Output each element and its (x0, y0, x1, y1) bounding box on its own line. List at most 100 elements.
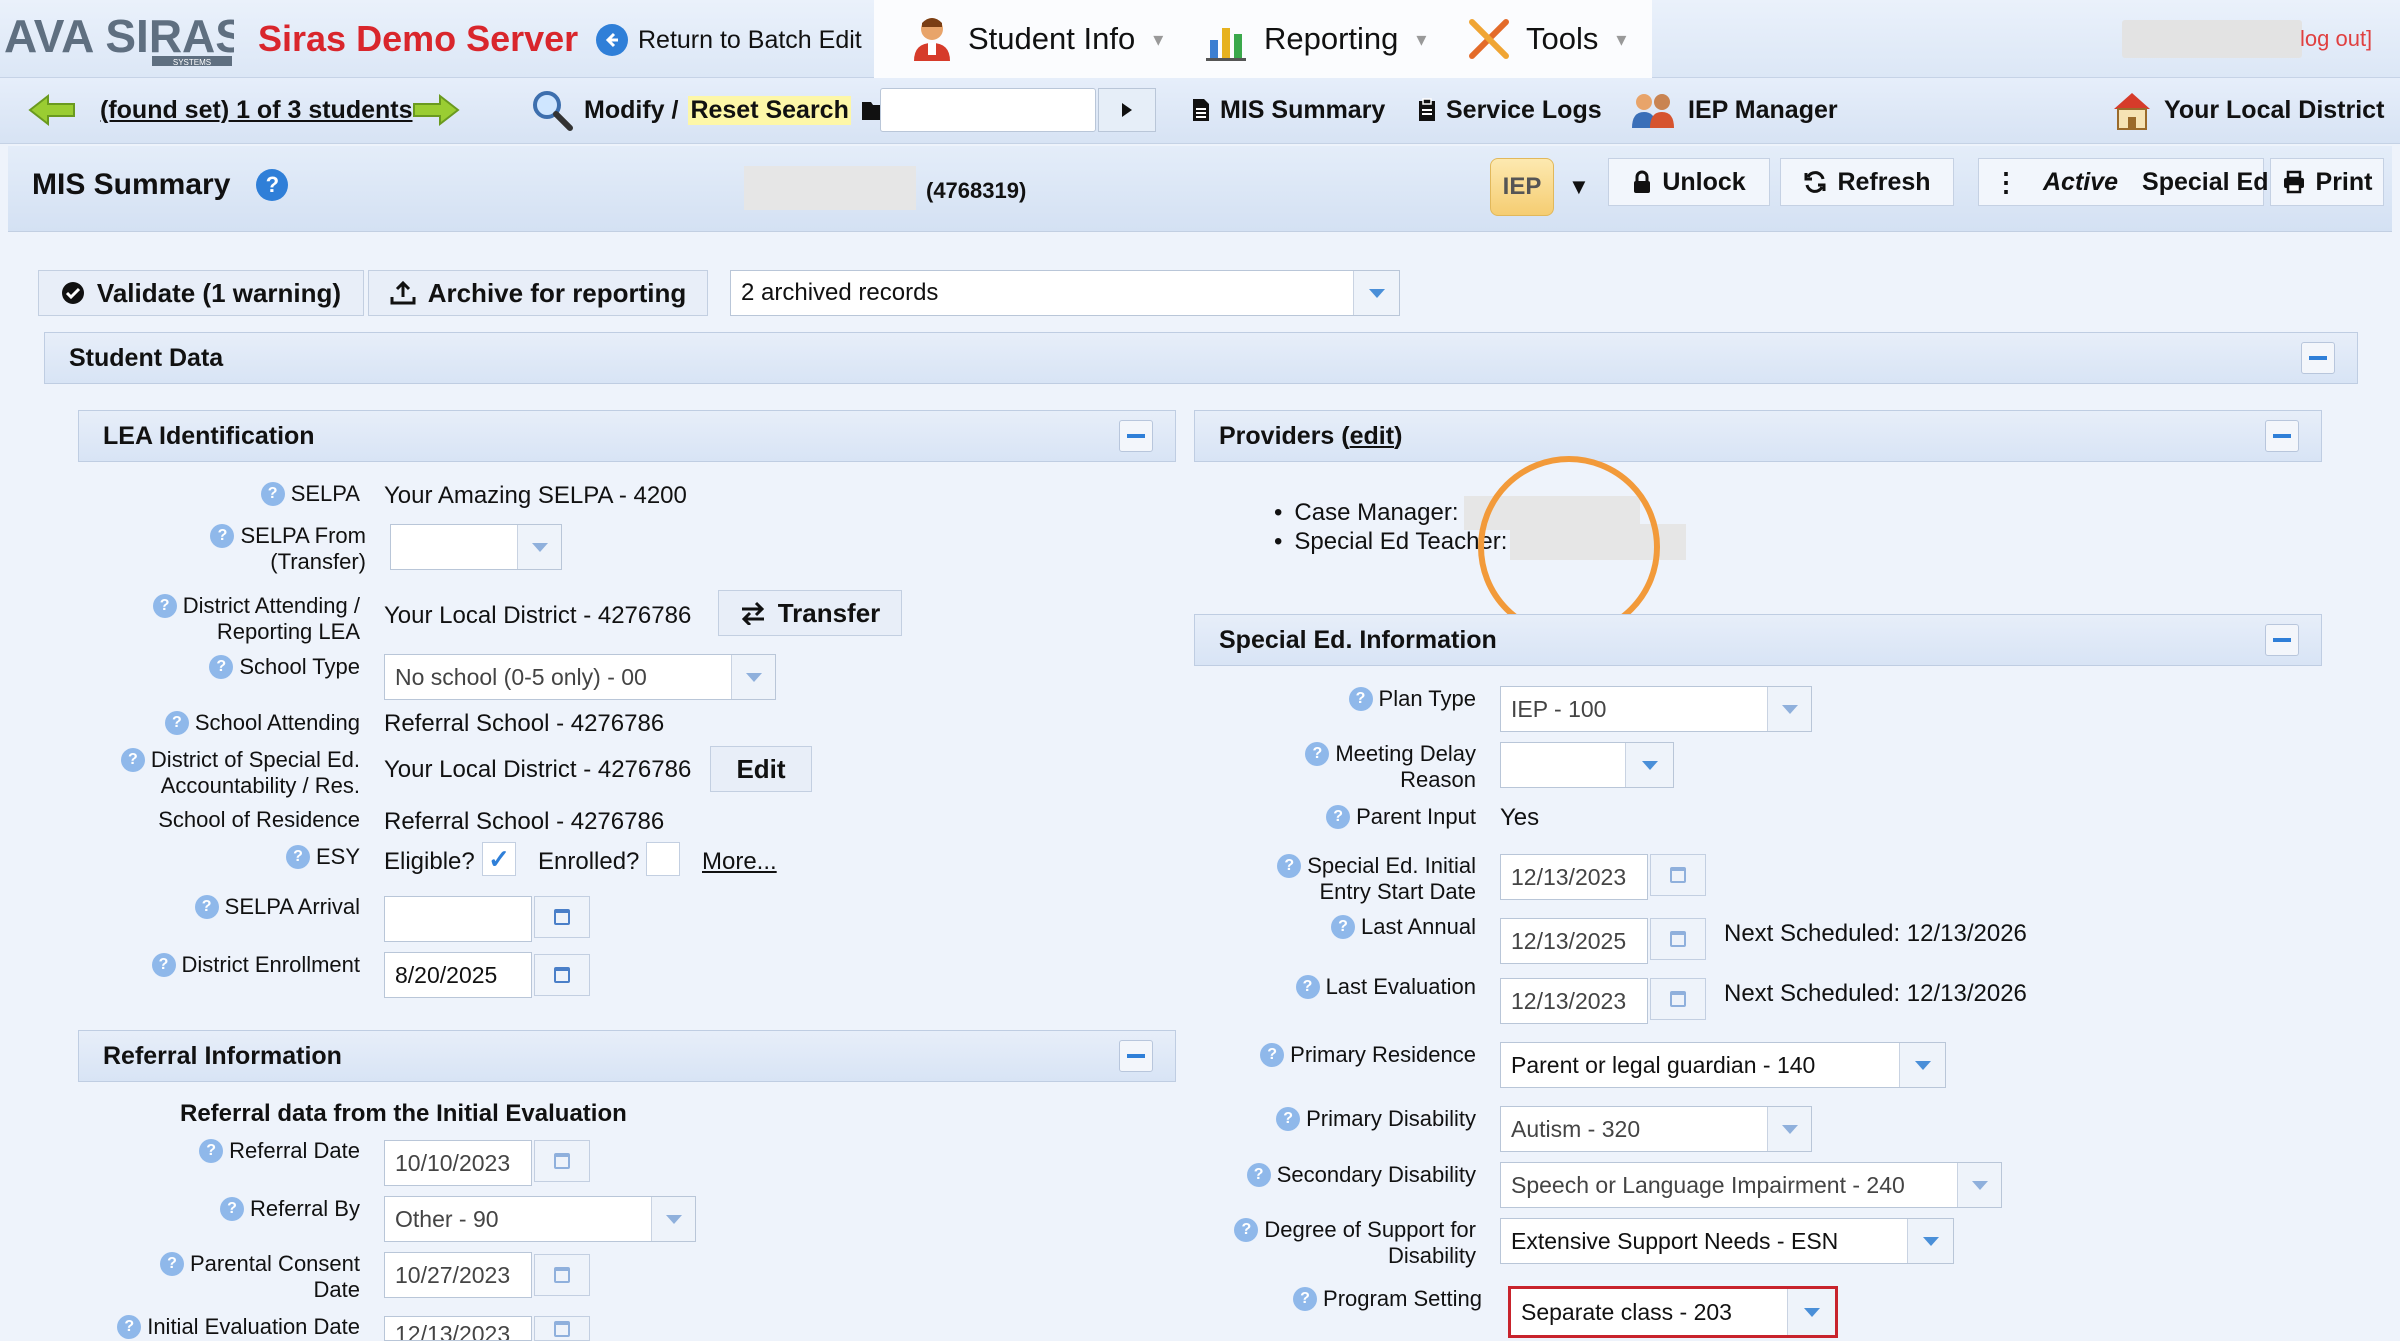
help-icon[interactable]: ? (1293, 1287, 1318, 1311)
help-icon[interactable]: ? (1295, 975, 1320, 999)
primary-residence-select[interactable]: Parent or legal guardian - 140 (1500, 1042, 1946, 1088)
last-evaluation-input[interactable]: 12/13/2023 (1500, 978, 1648, 1024)
help-icon[interactable]: ? (1326, 805, 1351, 829)
archived-records-select[interactable]: 2 archived records (730, 270, 1400, 316)
help-icon[interactable]: ? (260, 482, 285, 506)
dropdown-arrow-icon[interactable] (1907, 1219, 1953, 1263)
nav-tab-student-info[interactable]: Student Info ▾ (874, 0, 1180, 78)
validate-button[interactable]: Validate (1 warning) (38, 270, 364, 316)
initial-entry-calendar-button[interactable] (1650, 854, 1706, 896)
selpa-arrival-calendar-button[interactable] (534, 896, 590, 938)
help-icon[interactable]: ? (1246, 1163, 1271, 1187)
dropdown-arrow-icon[interactable] (731, 655, 775, 699)
search-go-button[interactable] (1098, 88, 1156, 132)
siras-logo[interactable]: AVA SIRAS SYSTEMS (4, 10, 246, 68)
nav-tab-tools[interactable]: Tools ▾ (1444, 0, 1652, 78)
archive-for-reporting-button[interactable]: Archive for reporting (368, 270, 708, 316)
referral-date-calendar-button[interactable] (534, 1140, 590, 1182)
status-menu-button[interactable]: ⋮ Active Special Ed. (1978, 158, 2275, 206)
selpa-from-select[interactable] (390, 524, 562, 570)
refresh-button[interactable]: Refresh (1780, 158, 1954, 206)
help-icon[interactable]: ? (194, 895, 219, 919)
district-enrollment-calendar-button[interactable] (534, 954, 590, 996)
help-icon[interactable]: ? (160, 1252, 184, 1276)
help-icon[interactable]: ? (1305, 742, 1330, 766)
help-icon[interactable]: ? (209, 655, 234, 679)
return-to-batch-edit-link[interactable]: Return to Batch Edit (596, 22, 862, 58)
meeting-delay-select[interactable] (1500, 742, 1674, 788)
last-annual-input[interactable]: 12/13/2025 (1500, 918, 1648, 964)
dropdown-arrow-icon[interactable] (1899, 1043, 1945, 1087)
primary-residence-label: ? Primary Residence (1180, 1040, 1476, 1070)
iep-manager-link[interactable]: IEP Manager (1630, 90, 1838, 130)
help-icon[interactable]: ? (117, 1315, 142, 1339)
quick-search-input[interactable] (880, 88, 1096, 132)
dropdown-arrow-icon[interactable] (1787, 1289, 1835, 1335)
initial-evaluation-input[interactable]: 12/13/2023 (384, 1316, 532, 1341)
previous-record-arrow-icon[interactable] (26, 92, 78, 133)
iep-dropdown-caret-icon[interactable]: ▼ (1568, 174, 1590, 200)
help-icon[interactable]: ? (1260, 1043, 1285, 1067)
school-type-select[interactable]: No school (0-5 only) - 00 (384, 654, 776, 700)
parental-consent-calendar-button[interactable] (534, 1254, 590, 1296)
last-evaluation-calendar-button[interactable] (1650, 978, 1706, 1020)
help-icon[interactable]: ? (1234, 1218, 1259, 1242)
reset-search-link[interactable]: Reset Search (688, 95, 851, 125)
transfer-button[interactable]: Transfer (718, 590, 902, 636)
help-icon[interactable]: ? (199, 1139, 224, 1163)
next-record-arrow-icon[interactable] (410, 92, 462, 133)
dropdown-arrow-icon[interactable] (517, 525, 561, 569)
help-icon[interactable]: ? (1348, 687, 1373, 711)
dropdown-arrow-icon[interactable] (1767, 1107, 1811, 1151)
help-icon[interactable]: ? (164, 711, 189, 735)
iep-badge-button[interactable]: IEP (1490, 158, 1554, 216)
help-icon[interactable]: ? (1277, 854, 1302, 878)
help-icon[interactable]: ? (219, 1197, 244, 1221)
program-setting-select[interactable]: Separate class - 203 (1508, 1286, 1838, 1338)
collapse-lea-button[interactable] (1119, 420, 1153, 452)
dropdown-arrow-icon[interactable] (1353, 271, 1399, 315)
collapse-providers-button[interactable] (2265, 420, 2299, 452)
providers-edit-link[interactable]: edit (1350, 422, 1394, 451)
help-icon[interactable]: ? (120, 748, 145, 772)
help-icon[interactable]: ? (256, 169, 289, 201)
esy-enrolled-checkbox[interactable] (646, 842, 680, 876)
edit-district-button[interactable]: Edit (710, 746, 812, 792)
help-icon[interactable]: ? (151, 953, 176, 977)
district-link[interactable]: Your Local District (2110, 90, 2384, 130)
plan-type-select[interactable]: IEP - 100 (1500, 686, 1812, 732)
dropdown-arrow-icon[interactable] (1767, 687, 1811, 731)
unlock-button[interactable]: Unlock (1608, 158, 1770, 206)
collapse-special-ed-button[interactable] (2265, 624, 2299, 656)
esy-more-link[interactable]: More... (702, 848, 777, 876)
initial-entry-input[interactable]: 12/13/2023 (1500, 854, 1648, 900)
collapse-student-data-button[interactable] (2301, 342, 2335, 374)
degree-support-select[interactable]: Extensive Support Needs - ESN (1500, 1218, 1954, 1264)
found-set-link[interactable]: (found set) 1 of 3 students (100, 90, 413, 130)
dropdown-arrow-icon[interactable] (1957, 1163, 2001, 1207)
initial-evaluation-calendar-button[interactable] (534, 1316, 590, 1341)
modify-link[interactable]: Modify / (584, 96, 678, 125)
primary-disability-select[interactable]: Autism - 320 (1500, 1106, 1812, 1152)
help-icon[interactable]: ? (1331, 915, 1356, 939)
parental-consent-input[interactable]: 10/27/2023 (384, 1252, 532, 1298)
dropdown-arrow-icon[interactable] (651, 1197, 695, 1241)
last-annual-calendar-button[interactable] (1650, 918, 1706, 960)
referral-by-select[interactable]: Other - 90 (384, 1196, 696, 1242)
district-enrollment-input[interactable]: 8/20/2025 (384, 952, 532, 998)
collapse-referral-button[interactable] (1119, 1040, 1153, 1072)
help-icon[interactable]: ? (285, 845, 310, 869)
dropdown-arrow-icon[interactable] (1625, 743, 1673, 787)
selpa-arrival-input[interactable] (384, 896, 532, 942)
logout-link[interactable]: log out] (2300, 26, 2372, 52)
esy-eligible-checkbox[interactable]: ✓ (482, 842, 516, 876)
nav-tab-reporting[interactable]: Reporting ▾ (1180, 0, 1444, 78)
print-button[interactable]: Print (2270, 158, 2384, 206)
referral-date-input[interactable]: 10/10/2023 (384, 1140, 532, 1186)
secondary-disability-select[interactable]: Speech or Language Impairment - 240 (1500, 1162, 2002, 1208)
help-icon[interactable]: ? (1276, 1107, 1301, 1131)
help-icon[interactable]: ? (210, 524, 235, 548)
service-logs-link[interactable]: Service Logs (1418, 90, 1602, 130)
help-icon[interactable]: ? (152, 594, 177, 618)
mis-summary-link[interactable]: MIS Summary (1192, 90, 1385, 130)
